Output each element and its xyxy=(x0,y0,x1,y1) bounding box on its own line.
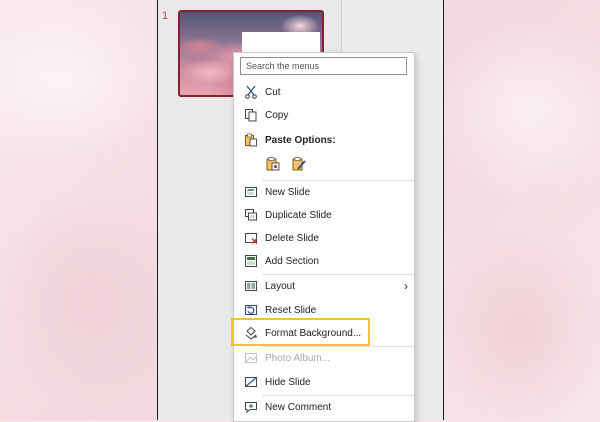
menu-item-cut[interactable]: Cut xyxy=(234,81,414,103)
menu-item-delete-slide[interactable]: Delete Slide xyxy=(234,227,414,249)
paste-keep-formatting-icon[interactable] xyxy=(265,156,281,177)
menu-search-input[interactable] xyxy=(240,57,407,75)
menu-item-duplicate-slide[interactable]: Duplicate Slide xyxy=(234,204,414,226)
menu-item-label: Paste Options: xyxy=(265,134,336,146)
menu-item-label: Copy xyxy=(265,109,289,121)
paste-picture-icon[interactable] xyxy=(291,156,307,177)
menu-item-add-section[interactable]: Add Section xyxy=(234,250,414,272)
menu-item-label: Add Section xyxy=(265,255,319,267)
menu-item-label: Duplicate Slide xyxy=(265,209,332,221)
reset-slide-icon xyxy=(243,302,259,318)
menu-item-layout[interactable]: Layout › xyxy=(234,275,414,297)
new-comment-icon xyxy=(243,399,259,415)
menu-item-label: Delete Slide xyxy=(265,232,319,244)
layout-icon xyxy=(243,278,259,294)
paste-options-row xyxy=(265,155,307,177)
menu-item-label: Cut xyxy=(265,86,281,98)
submenu-chevron-icon: › xyxy=(404,279,408,293)
menu-item-reset-slide[interactable]: Reset Slide xyxy=(234,299,414,321)
duplicate-slide-icon xyxy=(243,207,259,223)
menu-item-label: Format Background... xyxy=(265,327,362,339)
menu-item-new-slide[interactable]: New Slide xyxy=(234,181,414,203)
menu-item-format-background[interactable]: Format Background... xyxy=(234,322,414,344)
paste-icon xyxy=(243,132,259,148)
new-slide-icon xyxy=(243,184,259,200)
slide-number: 1 xyxy=(162,10,169,22)
menu-item-label: New Slide xyxy=(265,186,311,198)
menu-item-label: Photo Album... xyxy=(265,352,331,364)
delete-slide-icon xyxy=(243,230,259,246)
scissors-icon xyxy=(243,84,259,100)
menu-item-paste-options: Paste Options: xyxy=(234,129,414,151)
menu-item-hide-slide[interactable]: Hide Slide xyxy=(234,371,414,393)
hide-slide-icon xyxy=(243,374,259,390)
add-section-icon xyxy=(243,253,259,269)
photo-album-icon xyxy=(243,350,259,366)
menu-item-label: Layout xyxy=(265,280,296,292)
context-menu: Cut Copy Paste Options: New Slide Duplic… xyxy=(233,52,415,422)
copy-icon xyxy=(243,107,259,123)
menu-item-label: Reset Slide xyxy=(265,304,317,316)
menu-item-label: Hide Slide xyxy=(265,376,311,388)
menu-item-copy[interactable]: Copy xyxy=(234,104,414,126)
format-background-icon xyxy=(243,325,259,341)
menu-item-photo-album: Photo Album... xyxy=(234,347,414,369)
menu-item-label: New Comment xyxy=(265,401,332,413)
menu-item-new-comment[interactable]: New Comment xyxy=(234,396,414,418)
